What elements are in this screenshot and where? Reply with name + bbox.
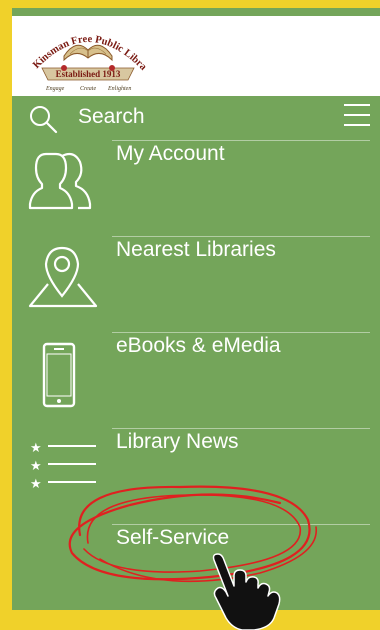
divider [112,236,370,237]
pointing-hand-icon [212,553,281,630]
app-header: Kinsman Free Public Library Established … [12,16,380,96]
menu-item-label: eBooks & eMedia [116,334,281,357]
search-label[interactable]: Search [78,105,145,129]
menu-item-label: Nearest Libraries [116,238,276,261]
menu-item-label: Self-Service [116,526,230,549]
svg-text:★: ★ [30,459,42,474]
menu-item-self-service[interactable]: Self-Service [12,526,380,610]
menu-item-ebooks-emedia[interactable]: eBooks & eMedia [12,334,380,430]
menu-item-my-account[interactable]: My Account [12,142,380,238]
logo-tagline-3: Enlighten [107,86,131,92]
hamburger-menu-icon[interactable] [344,104,370,126]
star-list-icon: ★ ★ ★ [30,441,96,492]
divider [112,428,370,429]
menu-item-library-news[interactable]: ★ ★ ★ Library News [12,430,380,526]
library-app: Kinsman Free Public Library Established … [12,8,380,610]
menu-item-label: My Account [116,142,225,165]
status-strip [12,8,380,16]
svg-text:★: ★ [30,441,42,456]
search-bar[interactable]: Search [12,96,380,140]
menu-item-label: Library News [116,430,239,453]
svg-text:Kinsman Free Public Library: Kinsman Free Public Library [24,20,149,73]
svg-text:★: ★ [30,477,42,492]
logo-tagline-2: Create [80,86,96,92]
divider [112,140,370,141]
divider [112,332,370,333]
phone-icon [42,342,76,408]
library-logo[interactable]: Kinsman Free Public Library Established … [24,20,152,96]
map-pin-icon [28,246,98,308]
people-icon [28,152,92,210]
menu-item-nearest-libraries[interactable]: Nearest Libraries [12,238,380,334]
logo-name-text: Kinsman Free Public Library [24,20,149,73]
logo-tagline-1: Engage [45,86,65,92]
divider [112,524,370,525]
search-icon[interactable] [28,104,58,134]
